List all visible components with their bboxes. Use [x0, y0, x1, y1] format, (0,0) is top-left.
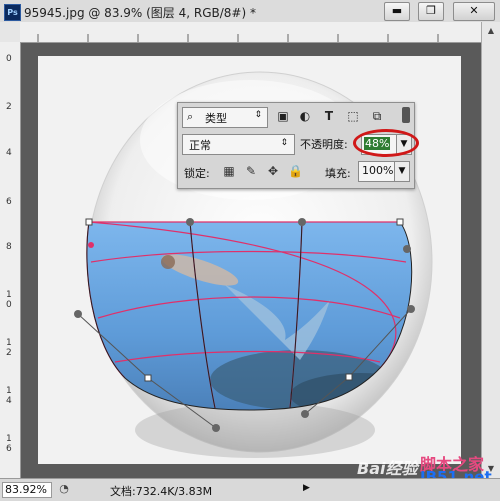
restore-button[interactable]: ❐ [418, 2, 444, 21]
lock-label: 锁定: [184, 167, 210, 180]
vertical-scrollbar[interactable]: ▲ ▼ [481, 22, 500, 478]
ruler-label: 1 2 [6, 338, 12, 358]
filter-type-label: 类型 [205, 112, 227, 125]
photoshop-icon: Ps [4, 4, 21, 21]
chevron-updown-icon: ⇕ [280, 138, 288, 148]
baidu-watermark: Bai经验 [357, 459, 418, 478]
ruler-label: 8 [6, 242, 12, 252]
lock-transparent-icon[interactable]: ▦ [222, 164, 236, 178]
ruler-label: 1 0 [6, 290, 12, 310]
document-title: 95945.jpg @ 83.9% (图层 4, RGB/8#) * [24, 6, 256, 20]
highlight-circle [353, 129, 419, 157]
search-icon: ⌕ [187, 110, 194, 123]
zoom-input[interactable]: 83.92% [2, 482, 52, 498]
blend-mode-select[interactable]: 正常 ⇕ [182, 134, 295, 155]
ruler-origin[interactable] [0, 22, 21, 43]
fill-dropdown-icon[interactable]: ▼ [394, 161, 410, 182]
ruler-label: 6 [6, 197, 12, 207]
shape-filter-icon[interactable]: ⬚ [346, 109, 360, 123]
lock-all-icon[interactable]: 🔒 [288, 164, 303, 178]
layers-panel: ⌕ 类型 ⇕ ▣ ◐ T ⬚ ⧉ 正常 ⇕ 不透明度: 48% ▼ 锁定: ▦ … [177, 102, 419, 189]
scroll-up-icon[interactable]: ▲ [484, 24, 498, 38]
filter-toggle-switch[interactable] [402, 107, 410, 123]
close-button[interactable]: ✕ [453, 2, 495, 21]
info-icon[interactable]: ◔ [57, 482, 71, 496]
lock-image-icon[interactable]: ✎ [244, 164, 258, 178]
type-filter-icon[interactable]: T [322, 109, 336, 123]
ruler-label: 1 6 [6, 434, 12, 454]
image-filter-icon[interactable]: ▣ [276, 109, 290, 123]
blend-mode-value: 正常 [189, 139, 211, 152]
status-menu-icon[interactable]: ▶ [303, 483, 310, 493]
ruler-label: 4 [6, 148, 12, 158]
chevron-updown-icon: ⇕ [254, 110, 262, 120]
status-bar: 83.92% ◔ 文档:732.4K/3.83M ▶ [0, 478, 500, 501]
title-bar: Ps 95945.jpg @ 83.9% (图层 4, RGB/8#) * ▬ … [0, 0, 500, 23]
ruler-label: 1 4 [6, 386, 12, 406]
opacity-label: 不透明度: [300, 138, 348, 151]
vertical-ruler[interactable]: 0 2 4 6 8 1 0 1 2 1 4 1 6 [0, 42, 21, 478]
ruler-label: 2 [6, 102, 12, 112]
ruler-label: 0 [6, 54, 12, 64]
layer-filter-select[interactable]: ⌕ 类型 ⇕ [182, 107, 268, 128]
smart-object-filter-icon[interactable]: ⧉ [370, 109, 384, 123]
adjustment-filter-icon[interactable]: ◐ [298, 109, 312, 123]
fill-label: 填充: [325, 167, 351, 180]
minimize-button[interactable]: ▬ [384, 2, 410, 21]
fill-input[interactable]: 100% [358, 161, 396, 182]
document-info[interactable]: 文档:732.4K/3.83M [110, 483, 212, 499]
fill-value: 100% [362, 164, 394, 177]
lock-position-icon[interactable]: ✥ [266, 164, 280, 178]
horizontal-ruler[interactable] [20, 22, 481, 43]
